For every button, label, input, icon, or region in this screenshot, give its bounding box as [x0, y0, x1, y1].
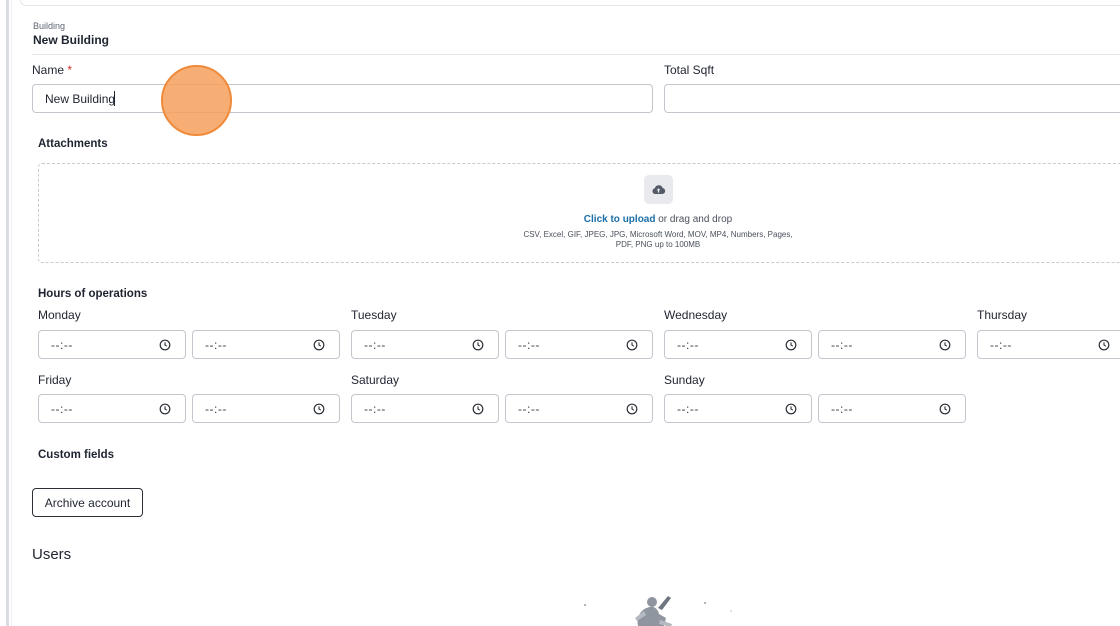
- breadcrumb: Building: [33, 21, 66, 31]
- monday-label: Monday: [38, 308, 81, 322]
- page-title: New Building: [33, 33, 109, 47]
- saturday-open-time[interactable]: --:--: [351, 394, 499, 423]
- click-indicator: [161, 65, 232, 136]
- tuesday-open-time[interactable]: --:--: [351, 330, 499, 359]
- time-placeholder: --:--: [831, 402, 853, 416]
- clock-icon[interactable]: [939, 403, 951, 415]
- clock-icon[interactable]: [626, 339, 638, 351]
- clock-icon[interactable]: [313, 339, 325, 351]
- time-placeholder: --:--: [990, 338, 1012, 352]
- time-placeholder: --:--: [364, 402, 386, 416]
- friday-label: Friday: [38, 373, 72, 387]
- sunday-label: Sunday: [664, 373, 705, 387]
- thursday-label: Thursday: [977, 308, 1028, 322]
- friday-close-time[interactable]: --:--: [192, 394, 340, 423]
- time-placeholder: --:--: [518, 402, 540, 416]
- total-sqft-label: Total Sqft: [664, 63, 715, 77]
- monday-close-time[interactable]: --:--: [192, 330, 340, 359]
- monday-open-time[interactable]: --:--: [38, 330, 186, 359]
- clock-icon[interactable]: [626, 403, 638, 415]
- thursday-open-time[interactable]: --:--: [977, 330, 1120, 359]
- friday-open-time[interactable]: --:--: [38, 394, 186, 423]
- cloud-upload-icon[interactable]: [644, 175, 673, 204]
- time-placeholder: --:--: [677, 402, 699, 416]
- time-placeholder: --:--: [677, 338, 699, 352]
- users-heading: Users: [32, 546, 72, 563]
- cloud-upload-icon-glyph: [652, 185, 666, 194]
- wednesday-close-time[interactable]: --:--: [818, 330, 966, 359]
- clock-icon[interactable]: [785, 403, 797, 415]
- clock-icon[interactable]: [785, 339, 797, 351]
- empty-state-illustration: [584, 596, 732, 626]
- sunday-open-time[interactable]: --:--: [664, 394, 812, 423]
- clock-icon[interactable]: [472, 403, 484, 415]
- file-types-line-1: CSV, Excel, GIF, JPEG, JPG, Microsoft Wo…: [523, 230, 793, 239]
- left-panel-border: [6, 0, 9, 626]
- hours-title: Hours of operations: [38, 288, 148, 300]
- upload-instruction: Click to upload or drag and drop: [0, 214, 1120, 225]
- name-input[interactable]: [32, 84, 653, 113]
- wednesday-label: Wednesday: [664, 308, 728, 322]
- tuesday-close-time[interactable]: --:--: [505, 330, 653, 359]
- attachments-title: Attachments: [38, 138, 108, 150]
- archive-account-button[interactable]: Archive account: [32, 488, 143, 517]
- left-panel-edge: [11, 0, 12, 626]
- clock-icon[interactable]: [1098, 339, 1110, 351]
- drag-drop-text: or drag and drop: [655, 214, 733, 225]
- upload-file-types: CSV, Excel, GIF, JPEG, JPG, Microsoft Wo…: [508, 230, 808, 250]
- click-to-upload-link[interactable]: Click to upload: [584, 214, 656, 225]
- clock-icon[interactable]: [159, 339, 171, 351]
- name-label-text: Name: [32, 63, 65, 77]
- time-placeholder: --:--: [51, 338, 73, 352]
- sunday-close-time[interactable]: --:--: [818, 394, 966, 423]
- time-placeholder: --:--: [831, 338, 853, 352]
- wednesday-open-time[interactable]: --:--: [664, 330, 812, 359]
- clock-icon[interactable]: [472, 339, 484, 351]
- top-card-edge: [20, 0, 1120, 6]
- clock-icon[interactable]: [313, 403, 325, 415]
- name-label: Name *: [32, 63, 72, 77]
- time-placeholder: --:--: [364, 338, 386, 352]
- total-sqft-input[interactable]: [664, 84, 1120, 113]
- tuesday-label: Tuesday: [351, 308, 397, 322]
- custom-fields-title: Custom fields: [38, 449, 115, 461]
- time-placeholder: --:--: [205, 338, 227, 352]
- time-placeholder: --:--: [205, 402, 227, 416]
- file-types-line-2: PDF, PNG up to 100MB: [615, 240, 701, 249]
- clock-icon[interactable]: [159, 403, 171, 415]
- time-placeholder: --:--: [51, 402, 73, 416]
- required-mark: *: [67, 63, 73, 77]
- header-divider: [32, 54, 1120, 55]
- saturday-label: Saturday: [351, 373, 400, 387]
- text-caret: [114, 91, 115, 106]
- time-placeholder: --:--: [518, 338, 540, 352]
- clock-icon[interactable]: [939, 339, 951, 351]
- saturday-close-time[interactable]: --:--: [505, 394, 653, 423]
